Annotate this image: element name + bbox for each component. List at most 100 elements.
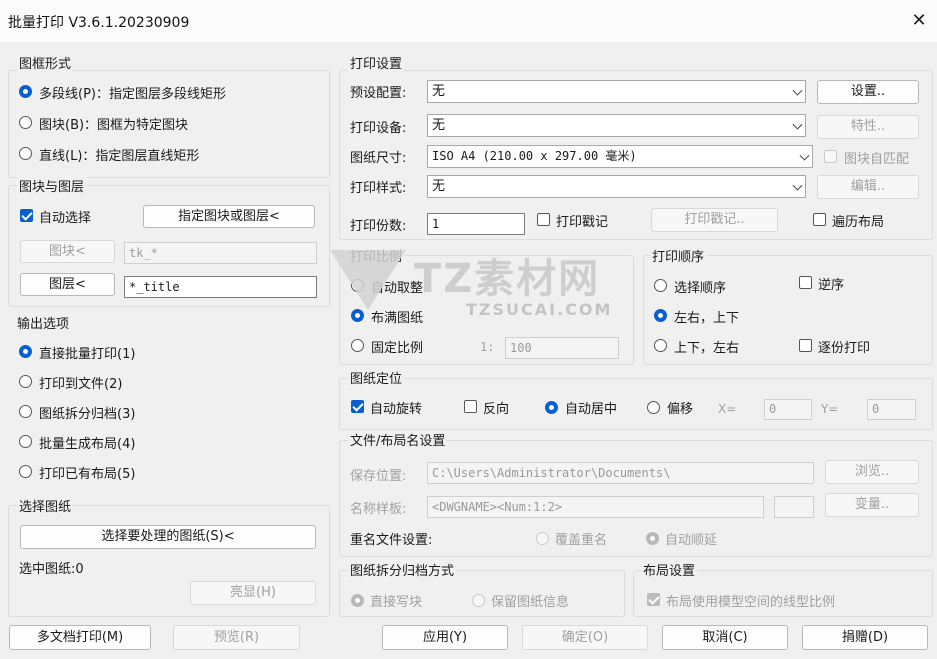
- radio-button[interactable]: [19, 116, 32, 129]
- radio-button[interactable]: [654, 339, 667, 352]
- traverse-layouts-label: 遍历布局: [832, 215, 885, 230]
- auto-select-label: 自动选择: [39, 211, 92, 226]
- select-drawing-title: 选择图纸: [17, 496, 74, 515]
- name-template-label: 名称样板:: [350, 502, 407, 517]
- window-title: 批量打印 V3.6.1.20230909: [8, 15, 190, 31]
- overwrite-radio[interactable]: [536, 532, 549, 545]
- radio-button[interactable]: [654, 309, 667, 322]
- auto-continue-label: 自动顺延: [665, 533, 718, 548]
- chevron-down-icon: [792, 180, 803, 191]
- collate-label: 逐份打印: [818, 341, 871, 356]
- archive-title: 图纸拆分归档方式: [348, 560, 457, 579]
- plot-style-select[interactable]: 无: [427, 175, 806, 198]
- preview-button[interactable]: 预览(R): [173, 625, 300, 650]
- radio-button[interactable]: [351, 339, 364, 352]
- block-pick-button[interactable]: 图块<: [20, 240, 115, 263]
- radio-button[interactable]: [19, 85, 32, 98]
- chevron-down-icon: [799, 150, 810, 161]
- chevron-down-icon: [792, 119, 803, 130]
- radio-button[interactable]: [19, 435, 32, 448]
- output-options-title: 输出选项: [17, 317, 70, 332]
- filename-title: 文件/布局名设置: [348, 430, 448, 449]
- stamp-label: 打印戳记: [556, 215, 609, 230]
- selected-count-label: 选中图纸:0: [19, 562, 84, 577]
- keep-info-radio[interactable]: [472, 594, 485, 607]
- save-location-label: 保存位置:: [350, 469, 407, 484]
- auto-center-label: 自动居中: [565, 402, 618, 417]
- scale-ratio-prefix: 1:: [480, 340, 495, 354]
- linetype-scale-label: 布局使用模型空间的线型比例: [666, 595, 836, 610]
- browse-button[interactable]: 浏览..: [825, 460, 919, 484]
- linetype-scale-checkbox[interactable]: [647, 593, 660, 606]
- radio-button[interactable]: [19, 465, 32, 478]
- properties-button[interactable]: 特性..: [817, 115, 919, 139]
- reverse-order-label: 逆序: [818, 278, 845, 293]
- auto-rotate-label: 自动旋转: [370, 402, 423, 417]
- offset-y-label: Y=: [821, 402, 839, 416]
- auto-rotate-checkbox[interactable]: [351, 400, 364, 413]
- donate-button[interactable]: 捐赠(D): [802, 625, 928, 650]
- direct-wblock-radio[interactable]: [351, 594, 364, 607]
- radio-button[interactable]: [19, 375, 32, 388]
- block-name-field[interactable]: tk_*: [124, 242, 317, 264]
- reverse-rotate-label: 反向: [483, 402, 510, 417]
- specify-block-layer-button[interactable]: 指定图块或图层<: [143, 205, 315, 228]
- layer-pick-button[interactable]: 图层<: [20, 273, 115, 296]
- auto-select-checkbox[interactable]: [20, 209, 33, 222]
- radio-button[interactable]: [351, 309, 364, 322]
- block-auto-fit-label: 图块自匹配: [844, 152, 910, 167]
- setup-button[interactable]: 设置..: [817, 80, 919, 104]
- stamp-checkbox[interactable]: [537, 213, 550, 226]
- auto-continue-radio[interactable]: [646, 532, 659, 545]
- offset-radio[interactable]: [647, 401, 660, 414]
- stamp-settings-button[interactable]: 打印戳记..: [651, 208, 778, 232]
- ok-button[interactable]: 确定(O): [522, 625, 648, 650]
- scale-ratio-field[interactable]: 100: [505, 337, 619, 359]
- print-settings-title: 打印设置: [348, 53, 405, 72]
- cancel-button[interactable]: 取消(C): [662, 625, 788, 650]
- overwrite-label: 覆盖重名: [555, 533, 608, 548]
- preset-label: 预设配置:: [350, 86, 407, 101]
- reverse-order-checkbox[interactable]: [799, 276, 812, 289]
- copies-field[interactable]: 1: [427, 213, 525, 235]
- edit-style-button[interactable]: 编辑..: [817, 175, 919, 199]
- offset-label: 偏移: [667, 402, 694, 417]
- plot-style-label: 打印样式:: [350, 181, 407, 196]
- radio-button[interactable]: [19, 345, 32, 358]
- rename-setting-label: 重名文件设置:: [350, 533, 433, 548]
- collate-checkbox[interactable]: [799, 339, 812, 352]
- variables-button[interactable]: 变量..: [825, 493, 919, 517]
- traverse-layouts-checkbox[interactable]: [813, 213, 826, 226]
- block-auto-fit-checkbox[interactable]: [824, 150, 837, 163]
- block-layer-title: 图块与图层: [17, 176, 87, 195]
- radio-button[interactable]: [654, 279, 667, 292]
- layout-title: 布局设置: [641, 560, 698, 579]
- apply-button[interactable]: 应用(Y): [382, 625, 508, 650]
- direct-wblock-label: 直接写块: [370, 595, 423, 610]
- copies-label: 打印份数:: [350, 219, 407, 234]
- name-template-extra-field[interactable]: [774, 496, 814, 518]
- device-label: 打印设备:: [350, 121, 407, 136]
- highlight-button[interactable]: 亮显(H): [190, 581, 316, 605]
- offset-y-field[interactable]: 0: [867, 399, 916, 420]
- position-title: 图纸定位: [348, 368, 405, 387]
- name-template-field[interactable]: <DWGNAME><Num:1:2>: [427, 496, 764, 518]
- auto-center-radio[interactable]: [545, 401, 558, 414]
- offset-x-field[interactable]: 0: [764, 399, 812, 420]
- offset-x-label: X=: [718, 402, 737, 416]
- close-icon[interactable]: ✕: [908, 10, 930, 32]
- layer-name-field[interactable]: *_title: [124, 276, 317, 298]
- radio-button[interactable]: [19, 147, 32, 160]
- radio-button[interactable]: [351, 279, 364, 292]
- radio-button[interactable]: [19, 405, 32, 418]
- keep-info-label: 保留图纸信息: [491, 595, 570, 610]
- paper-size-select[interactable]: ISO A4 (210.00 x 297.00 毫米): [427, 145, 813, 168]
- paper-size-label: 图纸尺寸:: [350, 151, 407, 166]
- select-drawings-button[interactable]: 选择要处理的图纸(S)<: [20, 525, 316, 549]
- preset-select[interactable]: 无: [427, 80, 806, 103]
- device-select[interactable]: 无: [427, 114, 806, 137]
- save-location-field[interactable]: C:\Users\Administrator\Documents\: [427, 462, 814, 484]
- multi-doc-print-button[interactable]: 多文档打印(M): [9, 625, 151, 650]
- chevron-down-icon: [792, 85, 803, 96]
- reverse-rotate-checkbox[interactable]: [464, 400, 477, 413]
